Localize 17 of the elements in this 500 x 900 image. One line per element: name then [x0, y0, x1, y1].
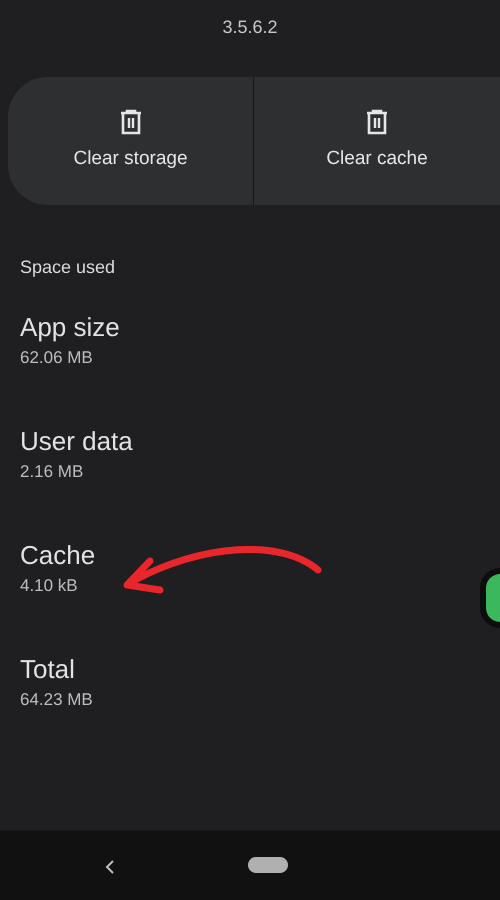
- floating-bubble[interactable]: [480, 568, 500, 628]
- item-value: 64.23 MB: [20, 689, 93, 711]
- back-icon[interactable]: [104, 859, 116, 875]
- home-handle[interactable]: [248, 857, 288, 873]
- item-label: App size: [20, 311, 120, 343]
- section-heading: Space used: [20, 256, 116, 279]
- item-label: Cache: [20, 539, 96, 571]
- action-button[interactable]: Clear cache: [254, 77, 500, 205]
- item-label: Total: [20, 653, 75, 685]
- item-value: 4.10 kB: [20, 575, 78, 597]
- trash-icon: [118, 108, 143, 135]
- item-value: 62.06 MB: [20, 347, 93, 369]
- app-version: 3.5.6.2: [222, 16, 278, 38]
- trash-icon: [365, 108, 390, 135]
- action-button[interactable]: Clear storage: [8, 77, 254, 205]
- item-value: 2.16 MB: [20, 461, 84, 483]
- item-label: User data: [20, 425, 133, 457]
